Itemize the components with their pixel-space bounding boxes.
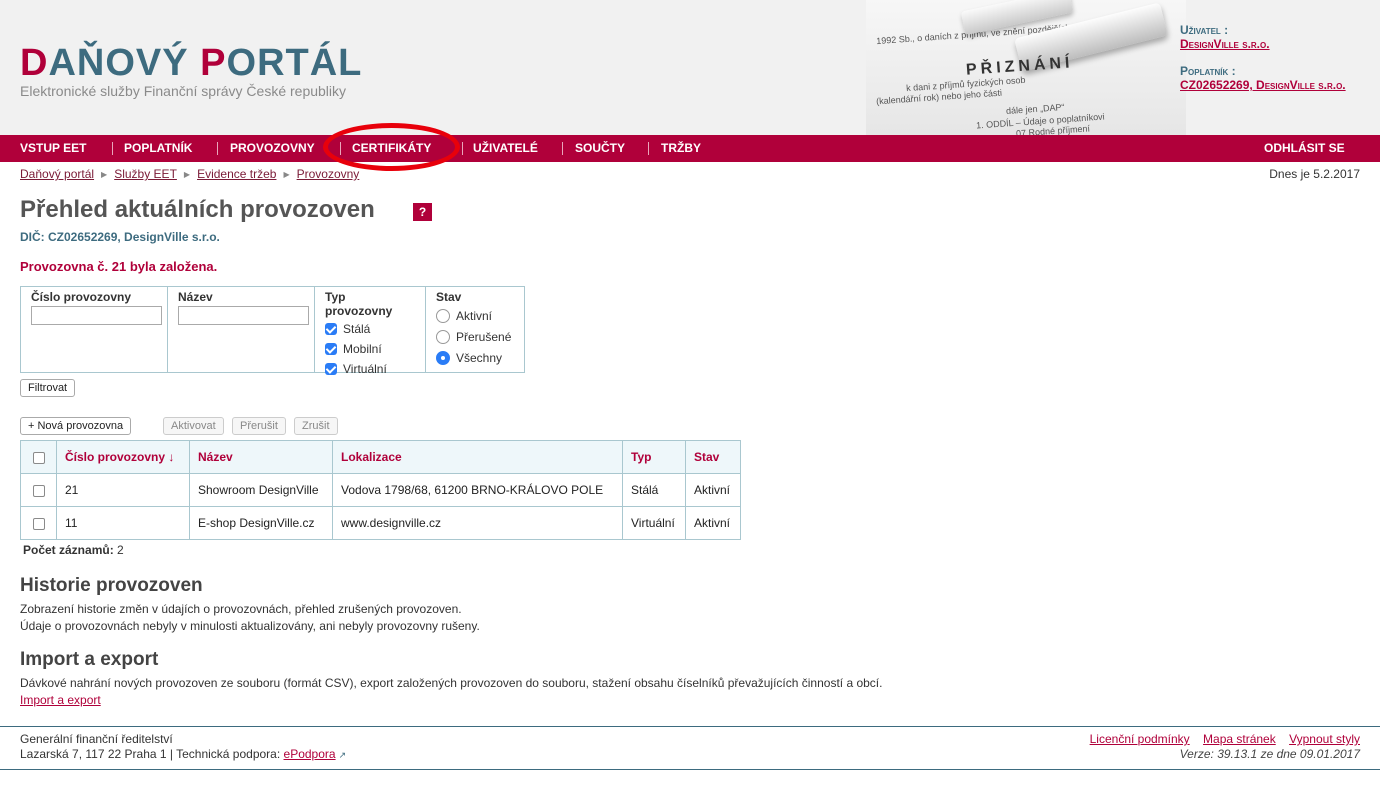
column-header-location[interactable]: Lokalizace: [332, 440, 623, 474]
main-nav: VSTUP EET POPLATNÍK PROVOZOVNY CERTIFIKÁ…: [0, 135, 1380, 162]
checkbox-checked[interactable]: [325, 343, 337, 355]
cell-name: Showroom DesignVille: [189, 473, 333, 507]
row-checkbox[interactable]: [32, 484, 45, 497]
record-count: Počet záznamů: 2: [23, 543, 124, 557]
sitemap-link[interactable]: Mapa stránek: [1203, 732, 1276, 746]
table-row: 21 Showroom DesignVille Vodova 1798/68, …: [20, 473, 741, 507]
breadcrumb-item[interactable]: Evidence tržeb: [197, 167, 276, 181]
current-date: Dnes je 5.2.2017: [1269, 167, 1360, 181]
cell-type: Virtuální: [622, 506, 686, 540]
filter-name-col: Název: [168, 287, 315, 372]
radio-button[interactable]: [436, 308, 450, 323]
radio-button-selected[interactable]: [436, 350, 450, 365]
column-header-number[interactable]: Číslo provozovny ↓: [56, 440, 190, 474]
cell-name: E-shop DesignVille.cz: [189, 506, 333, 540]
footer-divider: [0, 726, 1380, 727]
import-export-link[interactable]: Import a export: [20, 693, 101, 707]
filter-name-input[interactable]: [178, 306, 309, 325]
filter-number-input[interactable]: [31, 306, 162, 325]
import-text: Dávkové nahrání nových provozoven ze sou…: [20, 676, 883, 707]
portal-subtitle: Elektronické služby Finanční správy Česk…: [20, 83, 347, 99]
checkbox-checked[interactable]: [325, 363, 337, 375]
column-header-state[interactable]: Stav: [685, 440, 741, 474]
filter-button[interactable]: Filtrovat: [20, 379, 76, 397]
cell-state: Aktivní: [685, 473, 741, 507]
table-header-row: Číslo provozovny ↓ Název Lokalizace Typ …: [20, 440, 741, 474]
header-illustration: 1992 Sb., o daních z příjmů, ve znění po…: [866, 0, 1186, 135]
disable-styles-link[interactable]: Vypnout styly: [1289, 732, 1360, 746]
state-option-prerusene[interactable]: Přerušené: [436, 326, 514, 347]
site-header: DAŇOVÝ PORTÁL Elektronické služby Finanč…: [0, 0, 1380, 135]
breadcrumb-item[interactable]: Daňový portál: [20, 167, 94, 181]
taxpayer-id: DIČ: CZ02652269, DesignVille s.r.o.: [20, 230, 220, 244]
footer-divider: [0, 769, 1380, 770]
cell-state: Aktivní: [685, 506, 741, 540]
breadcrumb: Daňový portál ▶ Služby EET ▶ Evidence tržeb ▶…: [20, 167, 359, 181]
version-info: Verze: 39.13.1 ze dne 09.01.2017: [1179, 747, 1360, 761]
payer-label: Poplatník :: [1180, 64, 1236, 78]
chevron-right-icon: ▶: [283, 170, 290, 179]
cell-type: Stálá: [622, 473, 686, 507]
table-row: 11 E-shop DesignVille.cz www.designville…: [20, 506, 741, 540]
portal-logo[interactable]: DAŇOVÝ PORTÁL: [20, 42, 362, 84]
new-establishment-button[interactable]: + Nová provozovna: [20, 417, 132, 435]
footer-links: Licenční podmínky Mapa stránek Vypnout s…: [1080, 732, 1360, 762]
nav-item-uzivatele[interactable]: UŽIVATELÉ: [473, 135, 538, 162]
type-option-stala[interactable]: Stálá: [325, 319, 415, 339]
suspend-button[interactable]: Přerušit: [232, 417, 286, 435]
filter-panel: Číslo provozovny Název Typ provozovny St…: [20, 286, 525, 376]
radio-button[interactable]: [436, 329, 450, 344]
cell-number: 11: [56, 506, 190, 540]
row-checkbox[interactable]: [32, 517, 45, 530]
user-name-link[interactable]: DesignVille s.r.o.: [1180, 37, 1270, 51]
import-heading: Import a export: [20, 649, 159, 670]
chevron-right-icon: ▶: [101, 170, 108, 179]
breadcrumb-item[interactable]: Služby EET: [114, 167, 177, 181]
nav-item-soucty[interactable]: SOUČTY: [575, 135, 625, 162]
type-option-virtualni[interactable]: Virtuální: [325, 359, 415, 379]
state-option-aktivni[interactable]: Aktivní: [436, 305, 514, 326]
nav-item-vstup-eet[interactable]: VSTUP EET: [20, 135, 86, 162]
select-all-checkbox[interactable]: [32, 451, 45, 464]
filter-type-col: Typ provozovny Stálá Mobilní Virtuální: [315, 287, 426, 376]
breadcrumb-item[interactable]: Provozovny: [297, 167, 360, 181]
nav-item-provozovny[interactable]: PROVOZOVNY: [230, 135, 315, 162]
cell-number: 21: [56, 473, 190, 507]
logout-link[interactable]: ODHLÁSIT SE: [1264, 135, 1345, 162]
user-label: Uživatel :: [1180, 23, 1229, 37]
column-header-name[interactable]: Název: [189, 440, 333, 474]
payer-name-link[interactable]: CZ02652269, DesignVille s.r.o.: [1180, 78, 1346, 92]
history-text: Zobrazení historie změn v údajích o prov…: [20, 602, 480, 633]
help-icon[interactable]: ?: [413, 203, 432, 221]
external-link-icon: ↗: [338, 750, 347, 760]
page-title: Přehled aktuálních provozoven: [20, 196, 375, 223]
select-all-cell: [20, 440, 57, 474]
column-header-type[interactable]: Typ: [622, 440, 686, 474]
state-option-vsechny[interactable]: Všechny: [436, 347, 514, 368]
highlight-annotation: [323, 123, 460, 171]
type-option-mobilni[interactable]: Mobilní: [325, 339, 415, 359]
nav-item-trzby[interactable]: TRŽBY: [661, 135, 701, 162]
license-link[interactable]: Licenční podmínky: [1090, 732, 1190, 746]
footer-contact: Generální finanční ředitelství Lazarská …: [20, 732, 347, 761]
cell-location: Vodova 1798/68, 61200 BRNO-KRÁLOVO POLE: [332, 473, 623, 507]
epodpora-link[interactable]: ePodpora: [284, 747, 336, 761]
history-heading: Historie provozoven: [20, 575, 203, 596]
chevron-right-icon: ▶: [183, 170, 191, 179]
success-message: Provozovna č. 21 byla založena.: [20, 259, 218, 274]
activate-button[interactable]: Aktivovat: [163, 417, 224, 435]
filter-state-col: Stav Aktivní Přerušené Všechny: [426, 287, 524, 372]
establishments-table: Číslo provozovny ↓ Název Lokalizace Typ …: [20, 440, 741, 540]
nav-item-poplatnik[interactable]: POPLATNÍK: [124, 135, 192, 162]
checkbox-checked[interactable]: [325, 323, 337, 335]
filter-number-col: Číslo provozovny: [21, 287, 168, 372]
cell-location: www.designville.cz: [332, 506, 623, 540]
user-info: Uživatel : DesignVille s.r.o. Poplatník …: [1180, 23, 1346, 105]
cancel-button[interactable]: Zrušit: [294, 417, 338, 435]
